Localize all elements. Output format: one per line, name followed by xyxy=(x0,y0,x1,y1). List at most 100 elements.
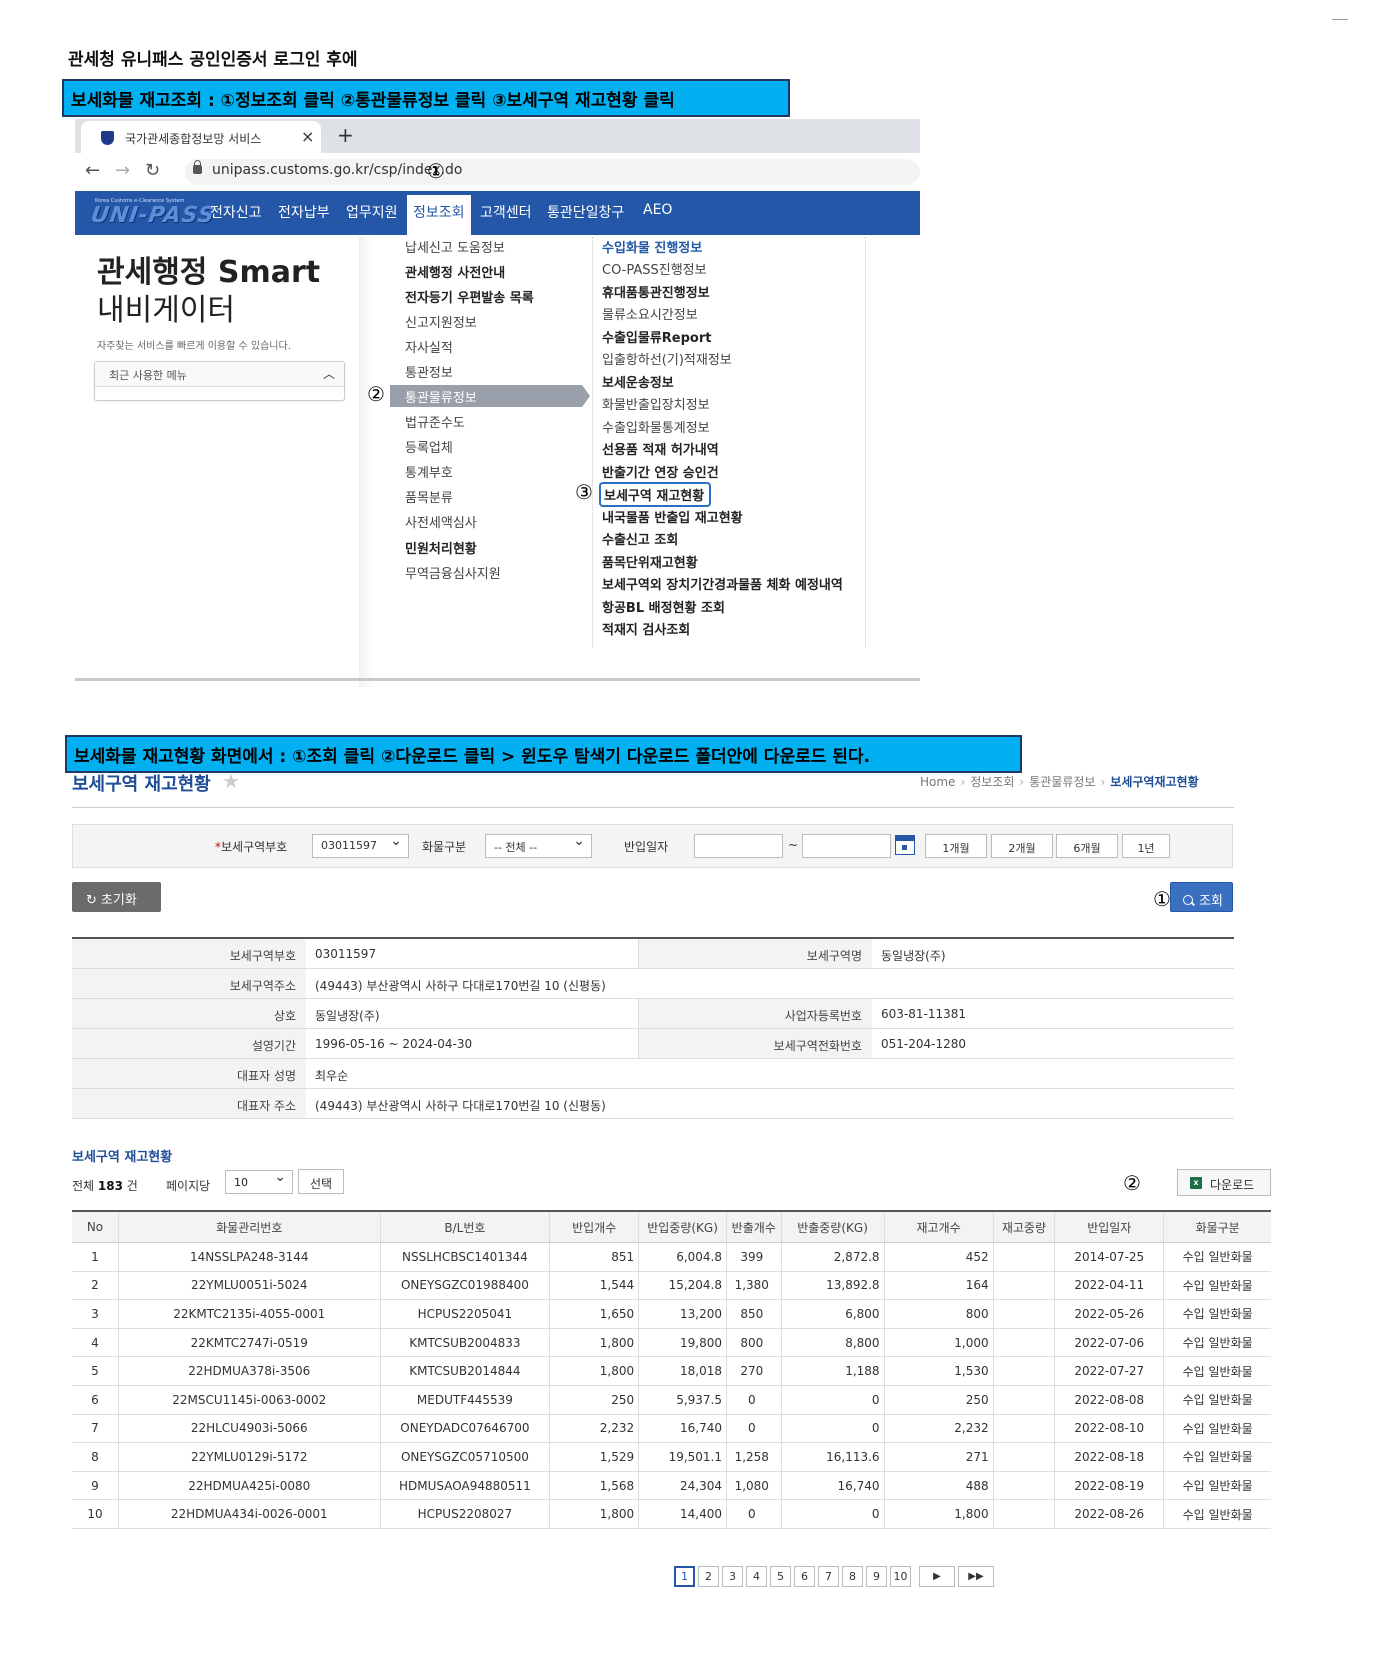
table-row[interactable]: 2 22YMLU0051i-5024 ONEYSGZC01988400 1,544 15… xyxy=(72,1271,1271,1301)
next-page-icon[interactable]: ▶ xyxy=(919,1566,955,1587)
submenu-extension-approval[interactable]: 반출기간 연장 승인건 xyxy=(602,462,719,481)
column-header[interactable]: 반출중량(KG) xyxy=(780,1210,885,1243)
submenu-import-cargo-progress[interactable]: 수입화물 진행정보 xyxy=(602,237,702,256)
table-cell[interactable]: 22HDMUA434i-0026-0001 xyxy=(117,1499,381,1529)
per-page-select[interactable]: 10 xyxy=(225,1169,293,1194)
table-cell[interactable]: KMTCSUB2014844 xyxy=(379,1356,550,1386)
menu-item-logistics-info[interactable]: 통관물류정보 xyxy=(390,385,590,407)
table-row[interactable]: 10 22HDMUA434i-0026-0001 HCPUS2208027 1,800… xyxy=(72,1499,1271,1529)
submenu-cargo-inout[interactable]: 화물반출입장치정보 xyxy=(602,394,710,413)
submenu-baggage-clearance[interactable]: 휴대품통관진행정보 xyxy=(602,282,710,301)
column-header[interactable]: 재고개수 xyxy=(883,1210,994,1243)
menu-item-trade-finance[interactable]: 무역금융심사지원 xyxy=(405,563,501,582)
column-header[interactable]: 반입일자 xyxy=(1054,1210,1164,1243)
submenu-export-declaration[interactable]: 수출신고 조회 xyxy=(602,529,678,548)
reset-button[interactable]: ↻ 초기화 xyxy=(72,882,161,912)
menu-item-filing-support[interactable]: 신고지원정보 xyxy=(405,312,477,331)
page-number-button[interactable]: 10 xyxy=(890,1566,911,1587)
column-header[interactable]: 화물관리번호 xyxy=(117,1210,381,1243)
table-cell[interactable]: 22HDMUA378i-3506 xyxy=(117,1356,381,1386)
area-code-select[interactable]: 03011597 xyxy=(312,833,409,858)
menu-item-clearance-info[interactable]: 통관정보 xyxy=(405,362,453,381)
table-cell[interactable]: 14NSSLPA248-3144 xyxy=(117,1242,381,1272)
table-row[interactable]: 9 22HDMUA425i-0080 HDMUSAOA94880511 1,568 24… xyxy=(72,1471,1271,1501)
entry-date-to-input[interactable] xyxy=(802,834,891,858)
table-cell[interactable]: ONEYDADC07646700 xyxy=(379,1414,550,1444)
breadcrumb-home[interactable]: Home xyxy=(920,775,955,789)
column-header[interactable]: 반입중량(KG) xyxy=(638,1210,727,1243)
menu-item-hs-classification[interactable]: 품목분류 xyxy=(405,487,453,506)
table-cell[interactable]: KMTCSUB2004833 xyxy=(379,1328,550,1358)
submenu-bonded-transport[interactable]: 보세운송정보 xyxy=(602,372,674,391)
page-number-button[interactable]: 6 xyxy=(794,1566,815,1587)
back-arrow-icon[interactable]: ← xyxy=(85,160,100,181)
table-cell[interactable]: 22KMTC2747i-0519 xyxy=(117,1328,381,1358)
cargo-type-select[interactable]: -- 전체 -- xyxy=(485,833,592,858)
table-cell[interactable]: 22HLCU4903i-5066 xyxy=(117,1414,381,1444)
page-number-button[interactable]: 3 xyxy=(722,1566,743,1587)
page-number-button[interactable]: 7 xyxy=(818,1566,839,1587)
submenu-trade-statistics[interactable]: 수출입화물통계정보 xyxy=(602,417,710,436)
submenu-copass[interactable]: CO-PASS진행정보 xyxy=(602,259,707,278)
table-cell[interactable]: 22MSCU1145i-0063-0002 xyxy=(117,1385,381,1415)
breadcrumb-logistics[interactable]: 통관물류정보 xyxy=(1029,775,1095,789)
search-button[interactable]: 조회 xyxy=(1170,882,1233,912)
menu-item-tax-help[interactable]: 납세신고 도움정보 xyxy=(405,237,505,256)
table-row[interactable]: 7 22HLCU4903i-5066 ONEYDADC07646700 2,232 16… xyxy=(72,1414,1271,1444)
table-row[interactable]: 5 22HDMUA378i-3506 KMTCSUB2014844 1,800 18,0… xyxy=(72,1356,1271,1386)
table-row[interactable]: 8 22YMLU0129i-5172 ONEYSGZC05710500 1,529 19… xyxy=(72,1442,1271,1472)
download-button[interactable]: x 다운로드 xyxy=(1177,1169,1271,1196)
breadcrumb-info[interactable]: 정보조회 xyxy=(970,775,1014,789)
entry-date-from-input[interactable] xyxy=(694,834,783,858)
table-cell[interactable]: 22YMLU0129i-5172 xyxy=(117,1442,381,1472)
menu-item-registered-companies[interactable]: 등록업체 xyxy=(405,437,453,456)
favorite-star-icon[interactable]: ★ xyxy=(222,769,240,793)
forward-arrow-icon[interactable]: → xyxy=(115,160,130,181)
table-cell[interactable]: HCPUS2208027 xyxy=(379,1499,550,1529)
table-cell[interactable]: 22HDMUA425i-0080 xyxy=(117,1471,381,1501)
menu-item-complaint-status[interactable]: 민원처리현황 xyxy=(405,538,477,557)
period-6-month-button[interactable]: 6개월 xyxy=(1056,834,1118,858)
column-header[interactable]: 반출개수 xyxy=(726,1210,782,1243)
submenu-port-loading[interactable]: 입출항하선(기)적재정보 xyxy=(602,349,732,368)
column-header[interactable]: 재고중량 xyxy=(992,1210,1055,1243)
table-row[interactable]: 6 22MSCU1145i-0063-0002 MEDUTF445539 250 5,9… xyxy=(72,1385,1271,1415)
column-header[interactable]: B/L번호 xyxy=(379,1210,550,1243)
table-row[interactable]: 1 14NSSLPA248-3144 NSSLHCBSC1401344 851 6,00… xyxy=(72,1242,1271,1272)
calendar-icon[interactable] xyxy=(895,835,915,855)
gnb-item-single-window[interactable]: 통관단일창구 xyxy=(547,202,624,222)
page-number-button[interactable]: 9 xyxy=(866,1566,887,1587)
table-cell[interactable]: HDMUSAOA94880511 xyxy=(379,1471,550,1501)
table-cell[interactable]: 22YMLU0051i-5024 xyxy=(117,1271,381,1301)
menu-item-registered-mail[interactable]: 전자등기 우편발송 목록 xyxy=(405,287,534,306)
submenu-air-bl[interactable]: 항공BL 배정현황 조회 xyxy=(602,597,725,616)
table-row[interactable]: 3 22KMTC2135i-4055-0001 HCPUS2205041 1,650 1… xyxy=(72,1299,1271,1329)
table-cell[interactable]: NSSLHCBSC1401344 xyxy=(379,1242,550,1272)
reload-icon[interactable]: ↻ xyxy=(145,160,160,181)
submenu-logistics-report[interactable]: 수출입물류Report xyxy=(602,327,712,346)
page-number-button[interactable]: 1 xyxy=(674,1566,695,1587)
gnb-item-info-inquiry[interactable]: 정보조회 xyxy=(407,195,471,235)
browser-tab[interactable]: 국가관세종합정보망 서비스 × xyxy=(81,121,321,153)
apply-per-page-button[interactable]: 선택 xyxy=(298,1169,344,1194)
page-number-button[interactable]: 5 xyxy=(770,1566,791,1587)
table-cell[interactable]: ONEYSGZC05710500 xyxy=(379,1442,550,1472)
table-cell[interactable]: HCPUS2205041 xyxy=(379,1299,550,1329)
period-1-month-button[interactable]: 1개월 xyxy=(925,834,987,858)
table-cell[interactable]: MEDUTF445539 xyxy=(379,1385,550,1415)
column-header[interactable]: 반입개수 xyxy=(549,1210,639,1243)
gnb-item-e-payment[interactable]: 전자납부 xyxy=(278,202,330,222)
column-header[interactable]: No xyxy=(72,1210,119,1243)
submenu-overdue-goods[interactable]: 보세구역외 장치기간경과물품 체화 예정내역 xyxy=(602,574,843,593)
unipass-logo[interactable]: UNI-PASS xyxy=(89,203,216,228)
submenu-loading-inspection[interactable]: 적재지 검사조회 xyxy=(602,619,690,638)
submenu-logistics-time[interactable]: 물류소요시간정보 xyxy=(602,304,698,323)
submenu-domestic-goods-stock[interactable]: 내국물품 반출입 재고현황 xyxy=(602,507,743,526)
new-tab-icon[interactable]: + xyxy=(337,123,354,147)
url-text[interactable]: unipass.customs.go.kr/csp/index.do xyxy=(212,162,462,178)
gnb-item-e-filing[interactable]: 전자신고 xyxy=(210,202,262,222)
page-number-button[interactable]: 4 xyxy=(746,1566,767,1587)
submenu-bonded-area-stock[interactable]: 보세구역 재고현황 xyxy=(599,482,712,507)
table-cell[interactable]: ONEYSGZC01988400 xyxy=(379,1271,550,1301)
menu-item-company-results[interactable]: 자사실적 xyxy=(405,337,453,356)
